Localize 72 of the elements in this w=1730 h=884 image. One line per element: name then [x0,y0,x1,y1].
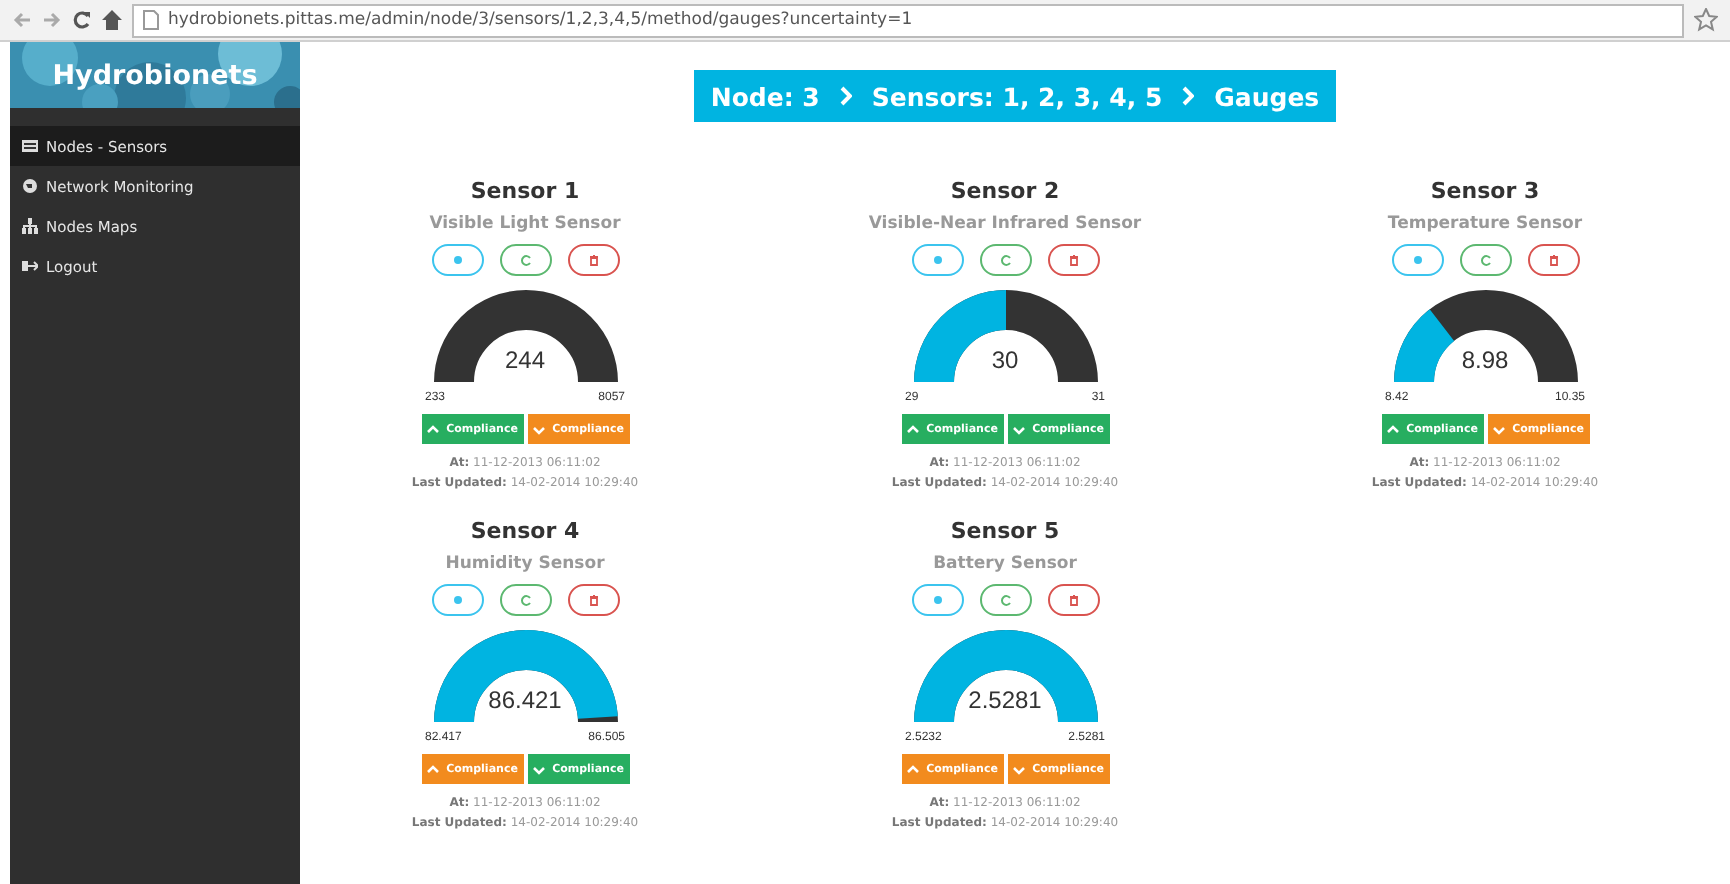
sensor-type: Humidity Sensor [445,554,605,574]
dot-icon [931,254,943,266]
page-icon [142,10,160,30]
logout-icon [22,258,38,274]
sensor-title: Sensor 5 [950,518,1060,544]
dot-icon [451,254,463,266]
gauge-value: 86.421 [486,686,564,714]
refresh-icon [1479,254,1491,266]
view-button[interactable] [431,244,483,276]
sensor-title: Sensor 2 [950,178,1060,204]
sensor-type: Visible Light Sensor [429,214,621,234]
address-bar[interactable]: hydrobionets.pittas.me/admin/node/3/sensors/1,2,3,4,5/method/gauges?uncertainty=1 [132,3,1684,37]
trash-icon [1547,254,1559,266]
delete-button[interactable] [567,584,619,616]
trash-icon [587,254,599,266]
chevron-right-icon [1182,86,1195,106]
sensor-title: Sensor 1 [470,178,580,204]
gauge-value: 30 [989,346,1021,374]
bookmark-star-icon[interactable] [1694,8,1718,32]
gauge-value: 8.98 [1459,346,1511,374]
view-button[interactable] [1391,244,1443,276]
breadcrumb-item[interactable]: Sensors: 1, 2, 3, 4, 5 [871,81,1163,111]
reload-icon[interactable] [72,10,92,30]
chevron-up-icon [906,423,921,435]
refresh-button[interactable] [499,244,551,276]
refresh-button[interactable] [979,584,1031,616]
view-button[interactable] [911,584,963,616]
home-icon[interactable] [102,10,122,30]
sitemap-icon [22,218,38,234]
refresh-icon [519,254,531,266]
chevron-up-icon [426,423,441,435]
dot-icon [931,594,943,606]
delete-button[interactable] [1047,244,1099,276]
gauge-value: 244 [502,346,548,374]
refresh-button[interactable] [1459,244,1511,276]
dot-icon [451,594,463,606]
refresh-icon [519,594,531,606]
refresh-icon [999,254,1011,266]
chevron-down-icon [1012,763,1027,775]
delete-button[interactable] [1527,244,1579,276]
chevron-up-icon [906,763,921,775]
chevron-down-icon [532,423,547,435]
trash-icon [1067,594,1079,606]
refresh-button[interactable] [499,584,551,616]
chevron-up-icon [1386,423,1401,435]
sensor-type: Visible-Near Infrared Sensor [868,214,1142,234]
chevron-down-icon [1492,423,1507,435]
back-icon[interactable] [12,12,32,28]
gauge-value: 2.5281 [966,686,1044,714]
chevron-down-icon [532,763,547,775]
app-title: Hydrobionets [52,59,258,91]
breadcrumb-item[interactable]: Node: 3 [710,81,820,111]
view-button[interactable] [431,584,483,616]
trash-icon [1067,254,1079,266]
sensor-title: Sensor 3 [1430,178,1540,204]
refresh-icon [999,594,1011,606]
forward-icon[interactable] [42,12,62,28]
chevron-up-icon [426,763,441,775]
trash-icon [587,594,599,606]
refresh-button[interactable] [979,244,1031,276]
dot-icon [1411,254,1423,266]
chevron-down-icon [1012,423,1027,435]
delete-button[interactable] [567,244,619,276]
chevron-right-icon [839,86,852,106]
globe-icon [22,178,38,194]
sensor-type: Battery Sensor [933,554,1077,574]
breadcrumb-item[interactable]: Gauges [1214,81,1320,111]
delete-button[interactable] [1047,584,1099,616]
view-button[interactable] [911,244,963,276]
list-icon [22,138,38,154]
sensor-type: Temperature Sensor [1387,214,1583,234]
sensor-title: Sensor 4 [470,518,580,544]
